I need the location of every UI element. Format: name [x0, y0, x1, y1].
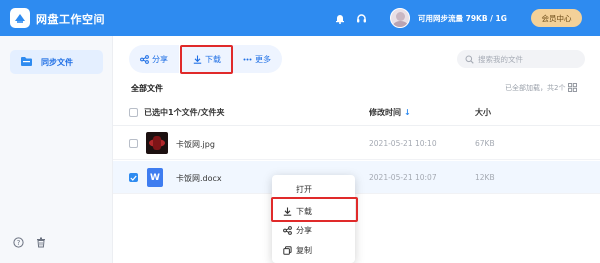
download-highlight-box — [180, 45, 233, 74]
search-input[interactable]: 搜索我的文件 — [457, 50, 585, 68]
svg-text:?: ? — [16, 239, 20, 247]
sidebar: 同步文件 ? — [0, 36, 113, 263]
sidebar-item-sync-files[interactable]: 同步文件 — [10, 50, 103, 74]
file-time: 2021-05-21 10:10 — [369, 139, 437, 148]
more-label: 更多 — [255, 54, 271, 64]
share-label: 分享 — [152, 54, 168, 64]
table-row[interactable]: 卡饭网.jpg 2021-05-21 10:10 67KB — [113, 127, 600, 160]
table-header: 已选中1个文件/文件夹 修改时间 ↓ 大小 — [113, 98, 600, 126]
file-time: 2021-05-21 10:07 — [369, 173, 437, 182]
column-name: 已选中1个文件/文件夹 — [144, 108, 225, 117]
image-thumbnail — [146, 132, 168, 154]
search-icon — [465, 55, 474, 64]
file-size: 12KB — [475, 173, 495, 182]
row-checkbox-checked[interactable] — [129, 173, 138, 182]
share-icon — [283, 225, 292, 235]
file-name[interactable]: 卡饭网.jpg — [176, 139, 215, 150]
menu-item-copy[interactable]: 复制 — [272, 239, 355, 261]
menu-download-highlight-box — [271, 197, 358, 222]
word-doc-icon: W — [147, 168, 163, 187]
menu-item-share-label: 分享 — [296, 225, 312, 235]
more-icon — [243, 58, 252, 61]
share-button[interactable]: 分享 — [129, 45, 179, 73]
folder-icon — [20, 56, 33, 69]
section-title: 全部文件 — [131, 84, 163, 93]
bell-icon[interactable] — [333, 11, 347, 25]
search-placeholder: 搜索我的文件 — [478, 54, 523, 64]
sidebar-item-label: 同步文件 — [41, 57, 73, 67]
loaded-count-text: 已全部加载，共2个 — [505, 84, 566, 92]
column-time[interactable]: 修改时间 ↓ — [369, 107, 411, 118]
file-name[interactable]: 卡饭网.docx — [176, 173, 222, 184]
copy-icon — [283, 245, 292, 255]
menu-item-share[interactable]: 分享 — [272, 219, 355, 241]
column-size: 大小 — [475, 108, 491, 117]
more-button[interactable]: 更多 — [232, 45, 282, 73]
sort-down-icon: ↓ — [404, 108, 411, 117]
quota-text: 可用网步流量 79KB / 1G — [418, 14, 507, 23]
app-title: 网盘工作空间 — [36, 13, 105, 26]
avatar[interactable] — [390, 8, 410, 28]
menu-item-open-label: 打开 — [296, 184, 312, 194]
column-time-label: 修改时间 — [369, 108, 401, 117]
help-icon[interactable]: ? — [12, 236, 24, 248]
share-icon — [140, 54, 149, 64]
select-all-checkbox[interactable] — [129, 108, 138, 117]
vip-center-button[interactable]: 会员中心 — [531, 9, 582, 27]
file-size: 67KB — [475, 139, 495, 148]
table-row-selected[interactable]: W 卡饭网.docx 2021-05-21 10:07 12KB — [113, 161, 600, 194]
grid-view-icon[interactable] — [567, 82, 577, 92]
menu-item-copy-label: 复制 — [296, 245, 312, 255]
trash-icon[interactable] — [35, 236, 47, 248]
top-bar: 网盘工作空间 可用网步流量 79KB / 1G 会员中心 — [0, 0, 600, 36]
headset-icon[interactable] — [354, 11, 368, 25]
app-logo-icon — [10, 8, 30, 28]
row-checkbox[interactable] — [129, 139, 138, 148]
